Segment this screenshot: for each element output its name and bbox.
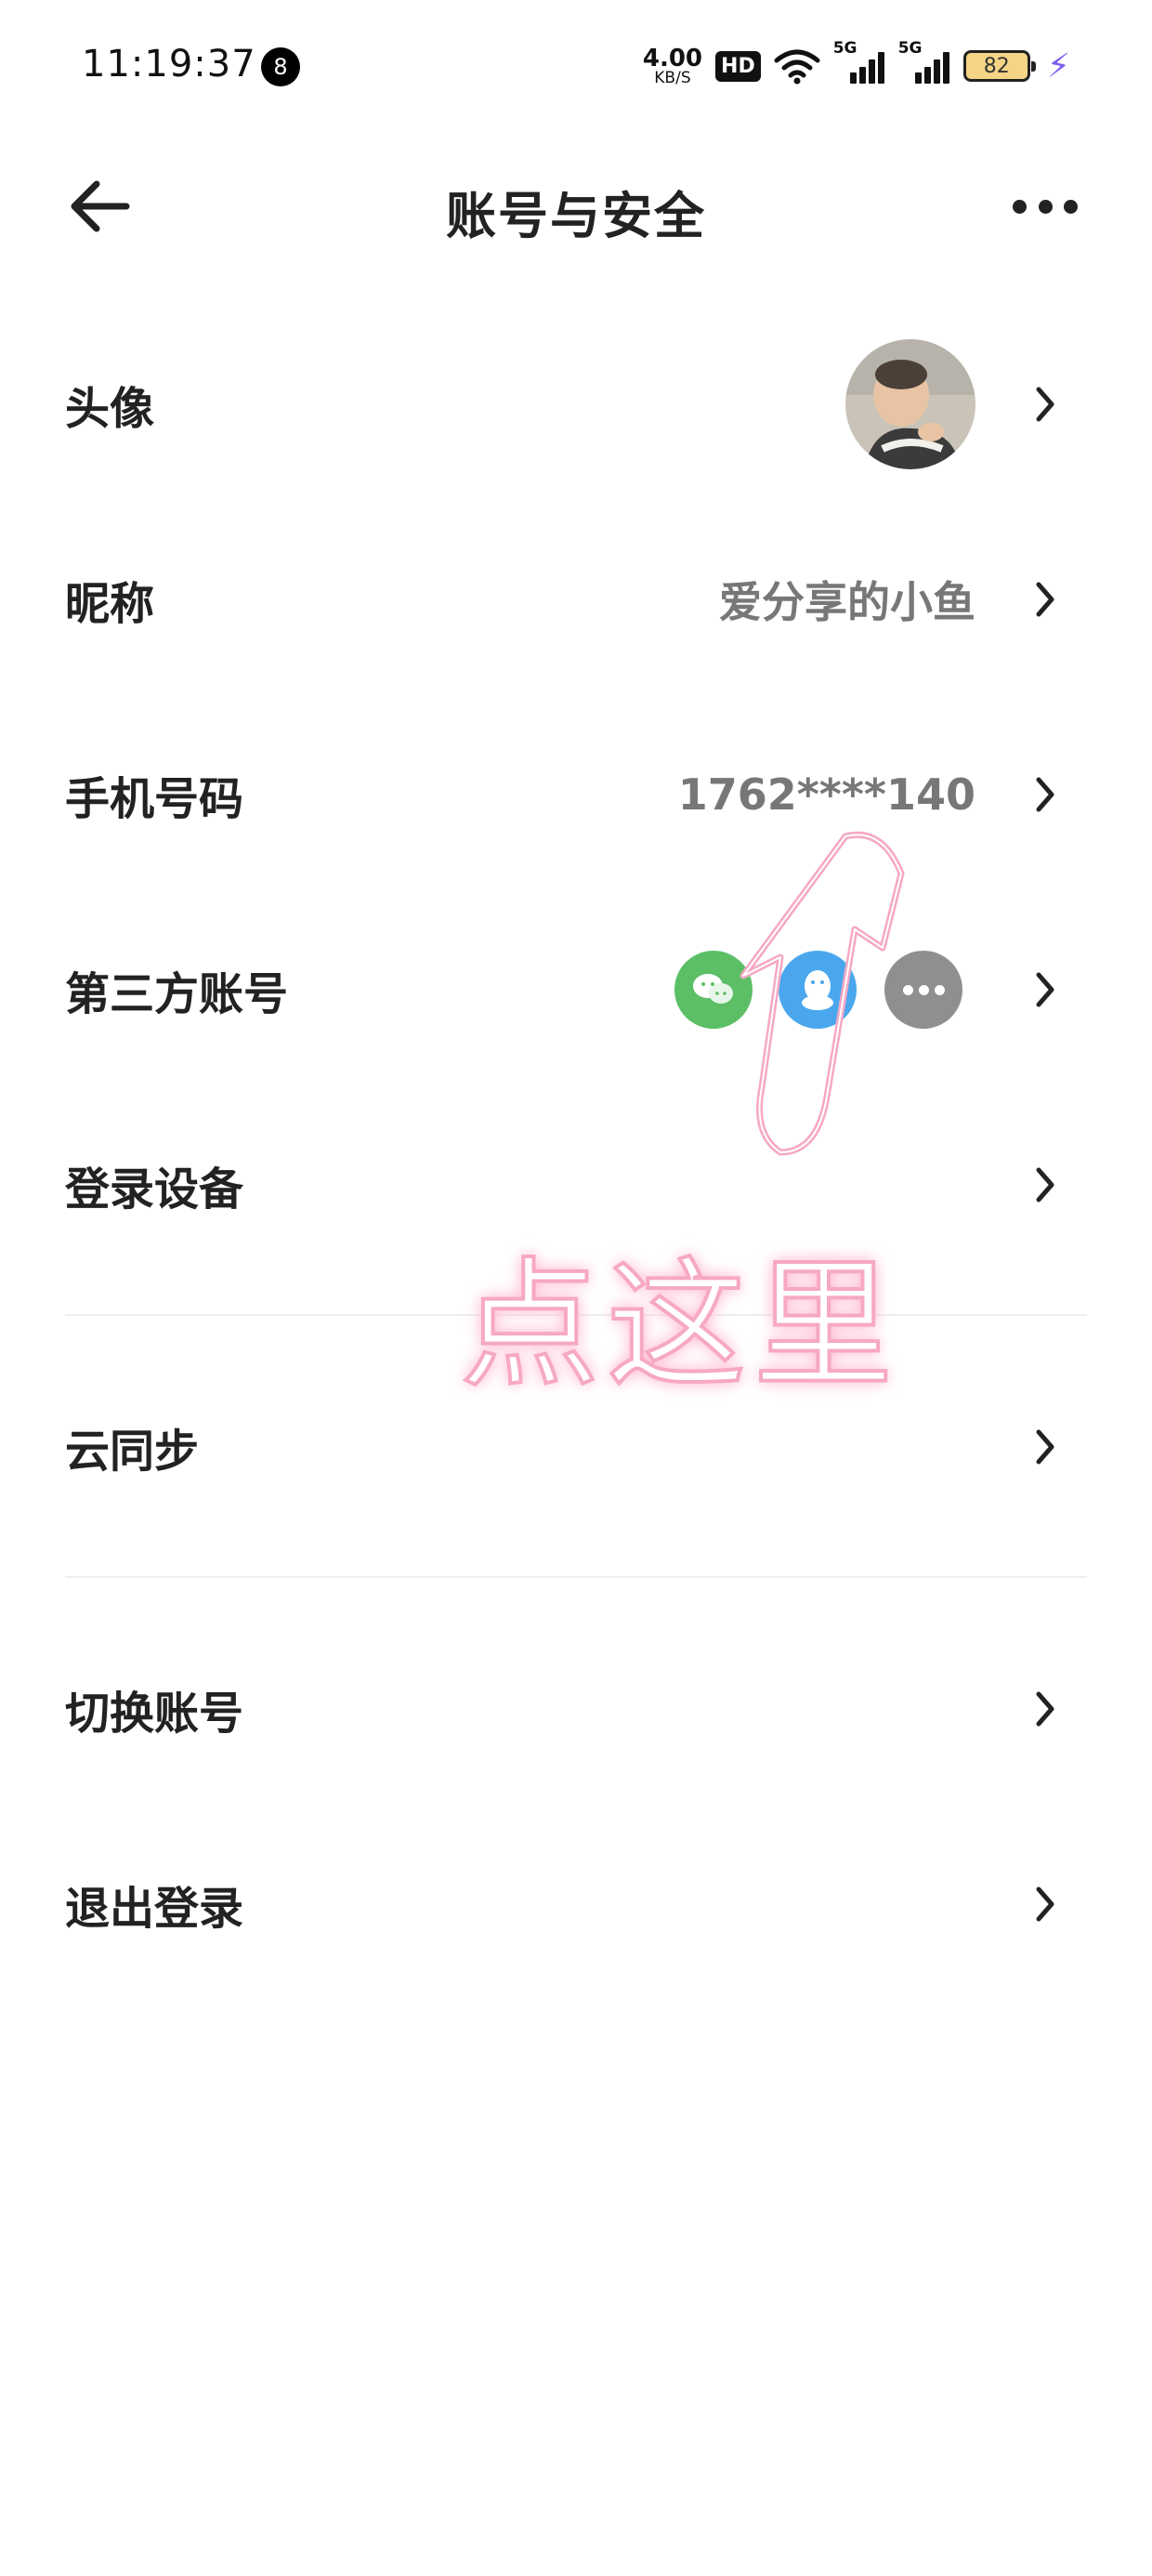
status-icons: 4.00 KB/S HD 5G 5G 82 ⚡: [643, 39, 1070, 89]
more-dot: [1013, 199, 1027, 214]
chevron-right-icon: [1036, 1429, 1054, 1465]
row-third-party-label: 第三方账号: [65, 968, 289, 1020]
divider: [65, 1576, 1087, 1578]
network-speed: 4.00 KB/S: [643, 46, 702, 86]
avatar-image: [845, 339, 975, 469]
network-speed-unit: KB/S: [654, 68, 691, 87]
notification-badge: 8: [261, 47, 300, 86]
hd-icon: HD: [715, 50, 761, 82]
status-bar: 11:19:37 8 4.00 KB/S HD 5G 5G 82 ⚡: [0, 0, 1152, 139]
chevron-right-icon: [1036, 1691, 1054, 1727]
battery-icon: 82: [962, 50, 1036, 82]
row-phone[interactable]: 手机号码 1762****140: [0, 725, 1152, 864]
row-switch-account[interactable]: 切换账号: [0, 1639, 1152, 1779]
nickname-value: 爱分享的小鱼: [719, 577, 975, 627]
row-nickname-label: 昵称: [65, 578, 155, 630]
annotation-text: 点这里: [458, 1243, 901, 1409]
chevron-right-icon: [1036, 1167, 1054, 1203]
row-logout[interactable]: 退出登录: [0, 1834, 1152, 1974]
more-dot: [1064, 199, 1078, 214]
chevron-right-icon: [1036, 582, 1054, 617]
battery-level: 82: [983, 54, 1010, 78]
row-login-devices-label: 登录设备: [65, 1163, 244, 1216]
signal-2-label: 5G: [897, 39, 923, 58]
row-third-party[interactable]: 第三方账号: [0, 920, 1152, 1059]
wifi-icon: [774, 49, 820, 85]
wechat-icon[interactable]: [674, 951, 753, 1029]
more-accounts-icon[interactable]: [884, 951, 962, 1029]
charging-icon: ⚡: [1046, 46, 1070, 85]
signal-5g-icon-2: 5G: [898, 39, 950, 84]
row-phone-label: 手机号码: [65, 773, 244, 825]
qq-icon[interactable]: [779, 951, 857, 1029]
network-speed-value: 4.00: [642, 44, 703, 72]
signal-5g-icon-1: 5G: [833, 39, 885, 84]
chevron-right-icon: [1036, 972, 1054, 1007]
page-title: 账号与安全: [446, 187, 706, 245]
more-options-button[interactable]: [1013, 188, 1078, 225]
avatar: [845, 339, 975, 469]
row-switch-account-label: 切换账号: [65, 1688, 244, 1740]
chevron-right-icon: [1036, 1886, 1054, 1922]
row-nickname[interactable]: 昵称 爱分享的小鱼: [0, 530, 1152, 669]
chevron-right-icon: [1036, 387, 1054, 422]
row-avatar[interactable]: 头像: [0, 335, 1152, 474]
signal-1-label: 5G: [832, 39, 857, 58]
more-dot: [1038, 199, 1053, 214]
row-cloud-sync-label: 云同步: [65, 1426, 200, 1478]
chevron-right-icon: [1036, 777, 1054, 812]
app-header: 账号与安全: [0, 158, 1152, 251]
phone-value: 1762****140: [677, 769, 975, 820]
row-avatar-label: 头像: [65, 383, 155, 435]
status-time: 11:19:37: [82, 43, 256, 85]
row-logout-label: 退出登录: [65, 1883, 244, 1935]
